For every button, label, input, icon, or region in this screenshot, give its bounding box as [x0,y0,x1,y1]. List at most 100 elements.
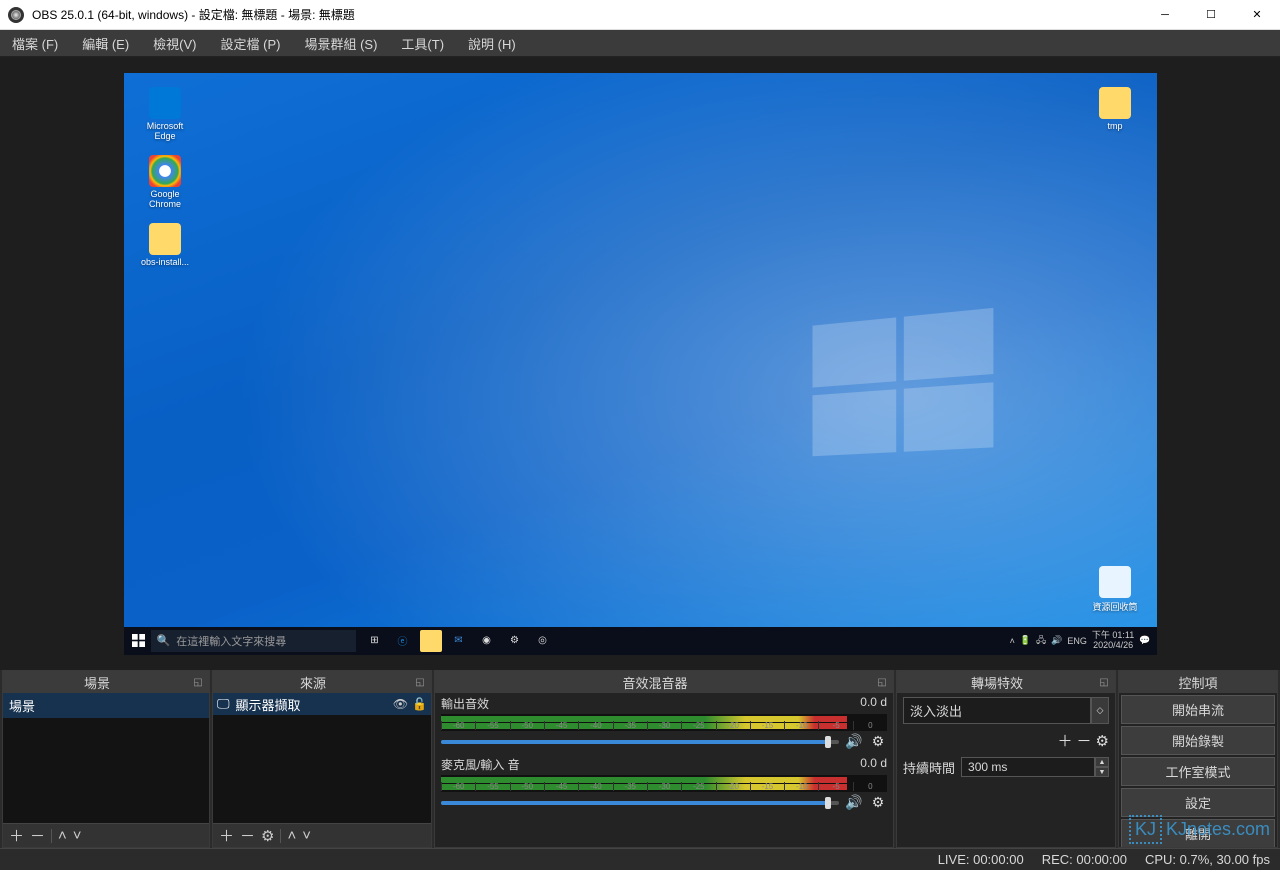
dock-header-mixer[interactable]: 音效混音器 ◱ [435,671,893,693]
transition-settings-button[interactable]: ⚙ [1096,732,1109,750]
dock-popout-icon[interactable]: ◱ [191,675,205,689]
menu-profile[interactable]: 設定檔 (P) [215,32,287,55]
volume-slider[interactable] [441,740,839,744]
menubar: 檔案 (F) 編輯 (E) 檢視(V) 設定檔 (P) 場景群組 (S) 工具(… [0,30,1280,57]
speaker-icon[interactable]: 🔊 [845,733,863,750]
move-scene-up-button[interactable]: ˄ [58,827,67,844]
menu-help[interactable]: 說明 (H) [462,32,522,55]
spin-down-icon[interactable]: ▼ [1095,767,1109,777]
tray-lang: ENG [1067,636,1087,646]
duration-label: 持續時間 [903,758,955,777]
close-button[interactable]: ✕ [1234,0,1280,29]
monitor-icon: 🖵 [217,696,230,712]
add-transition-button[interactable]: ＋ [1058,730,1073,751]
dock-title-mixer: 音效混音器 [435,673,875,692]
transitions-body: 淡入淡出 ◇ ＋ － ⚙ 持續時間 300 ms ▲▼ [897,693,1115,847]
taskbar-search: 🔍 在這裡輸入文字來搜尋 [151,630,356,652]
tray-date: 2020/4/26 [1092,641,1134,651]
settings-button[interactable]: 設定 [1121,788,1275,817]
windows-logo [813,308,994,456]
wallpaper [124,73,1157,655]
obs-app-icon [8,7,24,23]
mixer-body: 輸出音效 0.0 d -60-55-50-45-40-35-30-25-20-1… [435,693,893,847]
mixer-channel-mic: 麥克風/輸入 音 0.0 d -60-55-50-45-40-35-30-25-… [435,754,893,815]
desktop-label-edge: Microsoft Edge [147,121,184,141]
add-source-button[interactable]: ＋ [219,825,234,846]
dock-transitions: 轉場特效 ◱ 淡入淡出 ◇ ＋ － ⚙ 持續時間 300 ms ▲▼ [896,670,1116,848]
watermark-text: KJnotes.com [1166,819,1270,840]
menu-edit[interactable]: 編輯 (E) [76,32,135,55]
preview-area: Microsoft Edge Google Chrome obs-install… [0,57,1280,670]
spin-up-icon[interactable]: ▲ [1095,757,1109,767]
duration-value: 300 ms [961,757,1095,777]
maximize-button[interactable]: ☐ [1188,0,1234,29]
source-item[interactable]: 🖵 顯示器擷取 👁 🔓 [213,693,431,715]
gear-icon[interactable]: ⚙ [869,733,887,750]
desktop-icon-edge: Microsoft Edge [138,87,193,141]
menu-tools[interactable]: 工具(T) [395,32,450,55]
mixer-meter: -60-55-50-45-40-35-30-25-20-15-10-50 [441,775,887,792]
scenes-list[interactable]: 場景 [3,693,209,823]
dock-header-transitions[interactable]: 轉場特效 ◱ [897,671,1115,693]
gear-icon[interactable]: ⚙ [869,794,887,811]
move-source-down-button[interactable]: ˅ [302,827,311,844]
status-cpu: CPU: 0.7%, 30.00 fps [1145,852,1270,867]
start-recording-button[interactable]: 開始錄製 [1121,726,1275,755]
dock-scenes: 場景 ◱ 場景 ＋ － ˄ ˅ [2,670,210,848]
menu-view[interactable]: 檢視(V) [147,32,202,55]
tray-chevron-icon: ˄ [1010,636,1015,646]
lock-icon[interactable]: 🔓 [412,697,427,711]
remove-source-button[interactable]: － [240,825,255,846]
transition-select[interactable]: 淡入淡出 ◇ [903,697,1109,724]
dock-title-transitions: 轉場特效 [897,673,1097,692]
remove-scene-button[interactable]: － [30,825,45,846]
dock-header-controls[interactable]: 控制項 [1119,671,1277,693]
dock-sources: 來源 ◱ 🖵 顯示器擷取 👁 🔓 ＋ － ⚙ ˄ ˅ [212,670,432,848]
preview-canvas[interactable]: Microsoft Edge Google Chrome obs-install… [124,73,1157,655]
minimize-button[interactable]: ─ [1142,0,1188,29]
statusbar: LIVE: 00:00:00 REC: 00:00:00 CPU: 0.7%, … [0,848,1280,870]
studio-mode-button[interactable]: 工作室模式 [1121,757,1275,786]
chevron-updown-icon[interactable]: ◇ [1091,697,1109,724]
menu-scene-collection[interactable]: 場景群組 (S) [298,32,383,55]
desktop-icon-obs-install: obs-install... [138,223,193,267]
desktop-label-recycle: 資源回收筒 [1092,602,1137,612]
source-item-label: 顯示器擷取 [236,695,301,714]
source-properties-button[interactable]: ⚙ [261,827,274,845]
move-source-up-button[interactable]: ˄ [287,827,296,844]
menu-file[interactable]: 檔案 (F) [6,32,64,55]
settings-icon: ⚙ [504,630,526,652]
move-scene-down-button[interactable]: ˅ [73,827,82,844]
sources-list[interactable]: 🖵 顯示器擷取 👁 🔓 [213,693,431,823]
titlebar: OBS 25.0.1 (64-bit, windows) - 設定檔: 無標題 … [0,0,1280,30]
mixer-ch-name: 麥克風/輸入 音 [441,756,860,773]
taskbar-pinned: ⊞ ⓔ ✉ ◉ ⚙ ◎ [364,627,554,655]
start-streaming-button[interactable]: 開始串流 [1121,695,1275,724]
speaker-icon[interactable]: 🔊 [845,794,863,811]
mixer-ticks: -60-55-50-45-40-35-30-25-20-15-10-50 [441,775,887,792]
taskview-icon: ⊞ [364,630,386,652]
visibility-icon[interactable]: 👁 [393,697,408,711]
duration-input[interactable]: 300 ms ▲▼ [961,757,1109,777]
dock-title-scenes: 場景 [3,673,191,692]
dock-header-scenes[interactable]: 場景 ◱ [3,671,209,693]
tray-clock: 下午 01:11 2020/4/26 [1092,631,1134,651]
status-live: LIVE: 00:00:00 [938,852,1024,867]
window-title: OBS 25.0.1 (64-bit, windows) - 設定檔: 無標題 … [32,6,1142,23]
dock-popout-icon[interactable]: ◱ [413,675,427,689]
tray-notification-icon: 💬 [1139,635,1150,646]
remove-transition-button[interactable]: － [1077,730,1092,751]
desktop-label-tmp: tmp [1107,121,1122,131]
edge-icon: ⓔ [392,630,414,652]
transition-selected: 淡入淡出 [903,697,1091,724]
desktop-icon-recycle: 資源回收筒 [1088,566,1143,613]
scene-item[interactable]: 場景 [3,693,209,718]
volume-slider[interactable] [441,801,839,805]
mixer-ch-value: 0.0 d [860,756,887,773]
dock-popout-icon[interactable]: ◱ [1097,675,1111,689]
add-scene-button[interactable]: ＋ [9,825,24,846]
dock-popout-icon[interactable]: ◱ [875,675,889,689]
scenes-toolbar: ＋ － ˄ ˅ [3,823,209,847]
explorer-icon [420,630,442,652]
dock-header-sources[interactable]: 來源 ◱ [213,671,431,693]
